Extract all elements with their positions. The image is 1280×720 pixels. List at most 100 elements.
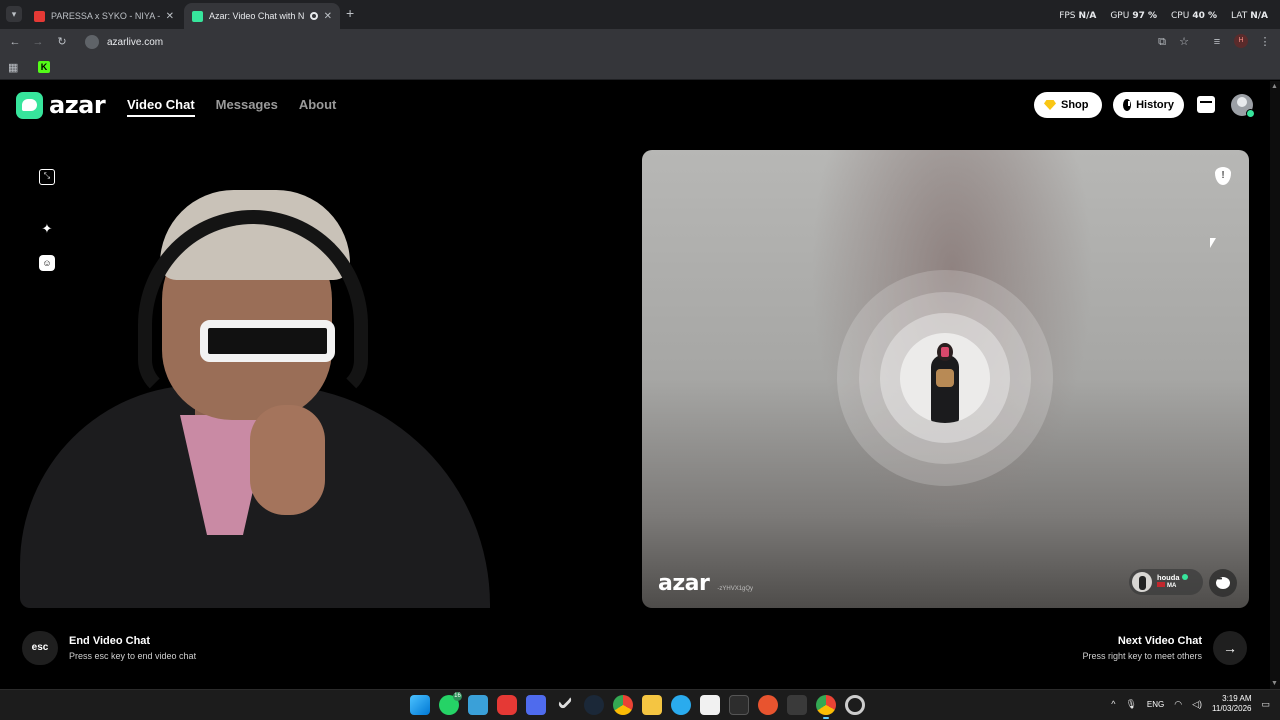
whatsapp-unread-badge: 16: [453, 692, 462, 701]
browser-toolbar: ← → ↻ azarlive.com ⧉ ☆ ≡ ⋮: [0, 29, 1280, 55]
match-profile-photo: [900, 333, 990, 423]
chrome-active-icon[interactable]: [816, 695, 836, 719]
partner-country: MA: [1157, 582, 1188, 591]
logo-text: azar: [49, 91, 106, 119]
app-icon[interactable]: [526, 695, 546, 715]
site-info-icon[interactable]: [85, 35, 99, 49]
minimize-video-icon[interactable]: ⤡: [39, 169, 55, 185]
stat-fps: FPS N/A: [1059, 11, 1097, 21]
youtube-icon[interactable]: [497, 695, 517, 715]
performance-overlay: FPS N/A GPU 97 % CPU 40 % LAT N/A: [1059, 11, 1268, 21]
clock-time: 3:19 AM: [1222, 694, 1252, 703]
taskbar-apps: 16: [410, 692, 865, 719]
close-tab-icon[interactable]: ✕: [166, 11, 174, 22]
windows-start-icon[interactable]: [410, 695, 430, 715]
chrome-menu-icon[interactable]: ⋮: [1257, 34, 1273, 50]
back-arrow-icon[interactable]: ←: [7, 34, 23, 50]
azar-logo[interactable]: azar: [16, 91, 106, 119]
report-shield-icon[interactable]: !: [1215, 167, 1231, 185]
scroll-down-icon[interactable]: ▼: [1271, 680, 1278, 687]
install-app-icon[interactable]: ⧉: [1154, 34, 1170, 50]
stat-gpu: GPU 97 %: [1110, 11, 1158, 21]
history-button[interactable]: History: [1113, 92, 1184, 118]
steam-icon[interactable]: [584, 695, 604, 715]
address-bar[interactable]: azarlive.com: [80, 32, 1200, 52]
main-nav: Video Chat Messages About: [127, 97, 336, 117]
new-tab-plus-icon[interactable]: +: [346, 5, 354, 21]
browser-tab-azar[interactable]: Azar: Video Chat with New ✕: [184, 3, 340, 29]
chat-bubble-icon: [1216, 576, 1230, 589]
person-glasses: [200, 320, 335, 362]
shop-label: Shop: [1061, 99, 1089, 111]
nav-messages[interactable]: Messages: [216, 97, 278, 117]
page-scrollbar[interactable]: ▲ ▼: [1270, 81, 1280, 689]
telegram-icon[interactable]: [671, 695, 691, 715]
reload-icon[interactable]: ↻: [54, 34, 70, 50]
browser-tab-youtube[interactable]: PARESSA x SYKO - NIYA - (Prod ✕: [26, 3, 182, 29]
youtube-favicon-icon: [34, 10, 45, 22]
wifi-icon[interactable]: ◠: [1174, 699, 1182, 710]
bookmark-star-icon[interactable]: ☆: [1176, 34, 1192, 50]
mouse-cursor-icon: [1210, 238, 1216, 248]
language-indicator[interactable]: ENG: [1147, 700, 1164, 709]
shop-button[interactable]: Shop: [1034, 92, 1102, 118]
session-id: -zYHVX1gQy: [717, 586, 754, 592]
media-controls-icon[interactable]: ≡: [1209, 34, 1225, 50]
store-icon[interactable]: [700, 695, 720, 715]
nav-about[interactable]: About: [299, 97, 337, 117]
url-text: azarlive.com: [107, 36, 164, 48]
folder-icon[interactable]: [642, 695, 662, 715]
gem-icon: [1044, 100, 1056, 110]
file-app-icon[interactable]: [468, 695, 488, 715]
history-label: History: [1136, 99, 1174, 111]
next-chat-title[interactable]: Next Video Chat: [1118, 635, 1202, 647]
partner-name: houda: [1157, 573, 1188, 582]
self-video: ⤡ ✦ ☺: [20, 150, 629, 608]
face-filter-icon[interactable]: ☺: [39, 255, 55, 271]
tab-search-chevron-down-icon[interactable]: ▾: [6, 6, 22, 22]
chat-button[interactable]: [1209, 569, 1237, 597]
partner-chip[interactable]: houda MA: [1129, 569, 1203, 595]
profile-avatar[interactable]: H: [1234, 34, 1248, 48]
stat-cpu: CPU 40 %: [1171, 11, 1218, 21]
app-dark-icon[interactable]: [787, 695, 807, 715]
apps-grid-icon[interactable]: ▦: [8, 61, 18, 74]
windows-taskbar: 16 ^ 🎙 ENG ◠ ◁) 3:19 AM 11/03/2026 ▭: [0, 689, 1280, 720]
browser-tab-bar: ▾ PARESSA x SYKO - NIYA - (Prod ✕ Azar: …: [0, 0, 1280, 29]
clock[interactable]: 3:19 AM 11/03/2026: [1212, 694, 1251, 714]
tray-overflow-chevron-icon[interactable]: ^: [1111, 699, 1115, 709]
terminal-icon[interactable]: [729, 695, 749, 715]
next-chat-hint: Press right key to meet others: [1082, 651, 1202, 661]
morocco-flag-icon: [1157, 582, 1165, 587]
stat-lat: LAT N/A: [1231, 11, 1268, 21]
magic-wand-icon[interactable]: ✦: [39, 221, 55, 237]
kick-bookmark-icon[interactable]: K: [38, 61, 50, 73]
next-chat-arrow-button[interactable]: →: [1213, 631, 1247, 665]
notification-icon[interactable]: ▭: [1261, 699, 1270, 710]
inbox-icon[interactable]: [1197, 96, 1215, 113]
settings-icon[interactable]: [845, 695, 865, 715]
azar-page: azar Video Chat Messages About Shop Hist…: [0, 81, 1270, 689]
tab-title: Azar: Video Chat with New: [209, 11, 304, 21]
azar-favicon-icon: [192, 10, 203, 22]
nav-video-chat[interactable]: Video Chat: [127, 97, 195, 117]
end-chat-title[interactable]: End Video Chat: [69, 635, 150, 647]
close-tab-icon[interactable]: ✕: [324, 11, 332, 22]
partner-avatar: [1132, 572, 1152, 592]
volume-icon[interactable]: ◁): [1192, 699, 1202, 710]
online-dot-icon: [1181, 574, 1188, 580]
system-tray: ^ 🎙 ENG ◠ ◁) 3:19 AM 11/03/2026 ▭: [1111, 694, 1270, 714]
watermark-logo: azar: [658, 571, 710, 596]
user-avatar[interactable]: [1231, 94, 1255, 118]
azar-logo-icon: [16, 91, 43, 119]
obs-icon[interactable]: [758, 695, 778, 715]
checkmark-icon[interactable]: [557, 694, 573, 710]
scroll-up-icon[interactable]: ▲: [1271, 83, 1278, 90]
whatsapp-icon[interactable]: 16: [439, 692, 462, 715]
end-chat-esc-button[interactable]: esc: [22, 631, 58, 665]
forward-arrow-icon[interactable]: →: [30, 34, 46, 50]
clock-date: 11/03/2026: [1212, 704, 1252, 713]
remote-video: ! azar -zYHVX1gQy houda MA: [642, 150, 1249, 608]
chrome-icon[interactable]: [613, 695, 633, 715]
microphone-icon[interactable]: 🎙: [1125, 699, 1136, 710]
